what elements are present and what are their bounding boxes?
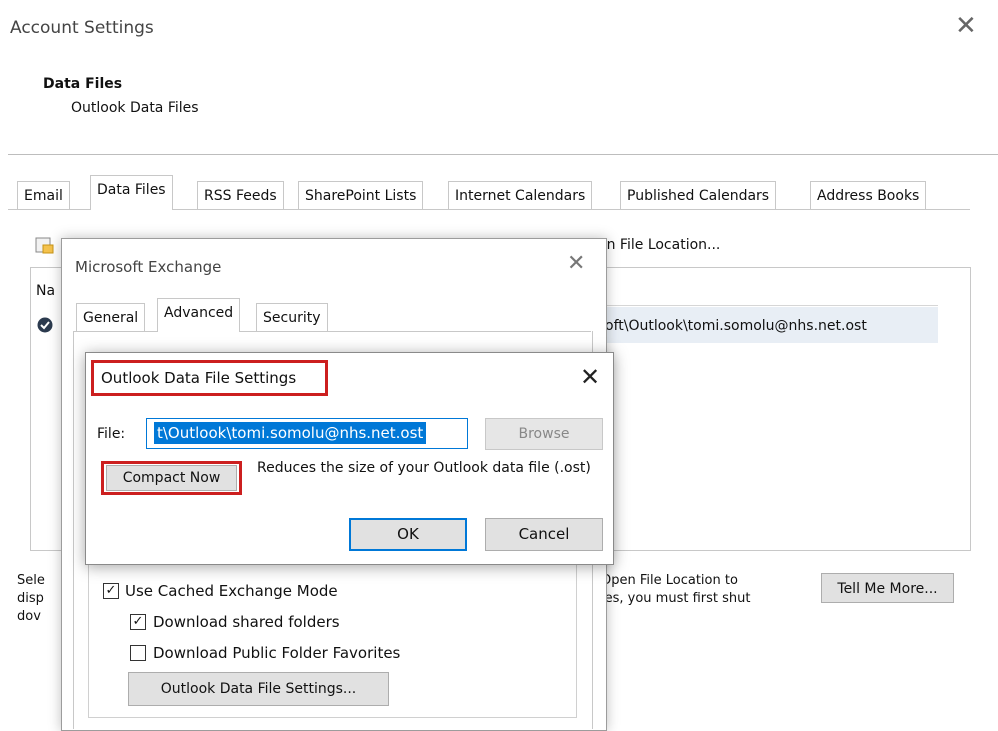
section-subtitle: Outlook Data Files [71, 100, 199, 116]
cancel-button[interactable]: Cancel [485, 518, 603, 551]
list-header-divider [600, 305, 938, 306]
download-public-checkbox[interactable] [130, 645, 146, 661]
tab-published-calendars[interactable]: Published Calendars [620, 181, 777, 209]
description-fragment: Sele disp dov [17, 572, 45, 626]
help-text-line-1: Open File Location to [601, 573, 738, 588]
download-shared-label: Download shared folders [153, 613, 340, 631]
open-file-location-button[interactable]: en File Location... [598, 237, 720, 253]
file-path-value[interactable]: t\Outlook\tomi.somolu@nhs.net.ost [154, 422, 427, 444]
use-cached-label: Use Cached Exchange Mode [125, 582, 338, 600]
tab-sharepoint-lists[interactable]: SharePoint Lists [298, 181, 424, 209]
exchange-dialog-title: Microsoft Exchange [75, 258, 222, 276]
tab-general[interactable]: General [76, 303, 146, 331]
use-cached-checkbox[interactable]: ✓ [103, 583, 119, 599]
tab-internet-calendars[interactable]: Internet Calendars [448, 181, 593, 209]
section-title: Data Files [43, 76, 123, 92]
compact-now-button[interactable]: Compact Now [106, 465, 237, 491]
close-icon[interactable]: ✕ [955, 13, 977, 39]
header-divider [8, 154, 998, 155]
compact-description: Reduces the size of your Outlook data fi… [257, 460, 591, 476]
tab-email[interactable]: Email [17, 181, 70, 209]
description-fragment-line: dov [17, 609, 41, 624]
tell-me-more-button[interactable]: Tell Me More... [821, 573, 954, 603]
tab-address-books[interactable]: Address Books [810, 181, 927, 209]
list-header-name: Na [36, 283, 56, 299]
browse-button[interactable]: Browse [485, 418, 603, 450]
close-icon[interactable]: ✕ [580, 363, 600, 391]
ok-button[interactable]: OK [349, 518, 467, 551]
description-fragment-line: disp [17, 591, 44, 606]
add-icon[interactable] [33, 234, 55, 256]
download-shared-checkbox[interactable]: ✓ [130, 614, 146, 630]
help-text: Open File Location to les, you must firs… [601, 572, 750, 608]
close-icon[interactable]: ✕ [567, 251, 585, 276]
tab-security[interactable]: Security [256, 303, 328, 331]
outlook-data-file-settings-button[interactable]: Outlook Data File Settings... [128, 672, 389, 706]
tab-data-files[interactable]: Data Files [90, 175, 173, 210]
data-file-path: oft\Outlook\tomi.somolu@nhs.net.ost [605, 318, 867, 334]
window-title: Account Settings [10, 18, 154, 38]
description-fragment-line: Sele [17, 573, 45, 588]
dialog-title: Outlook Data File Settings [101, 369, 297, 387]
help-text-line-2: les, you must first shut [601, 591, 751, 606]
file-label: File: [97, 426, 126, 442]
tab-advanced[interactable]: Advanced [157, 298, 241, 332]
tab-rss-feeds[interactable]: RSS Feeds [197, 181, 284, 209]
default-check-icon [37, 317, 53, 333]
download-public-label: Download Public Folder Favorites [153, 644, 401, 662]
